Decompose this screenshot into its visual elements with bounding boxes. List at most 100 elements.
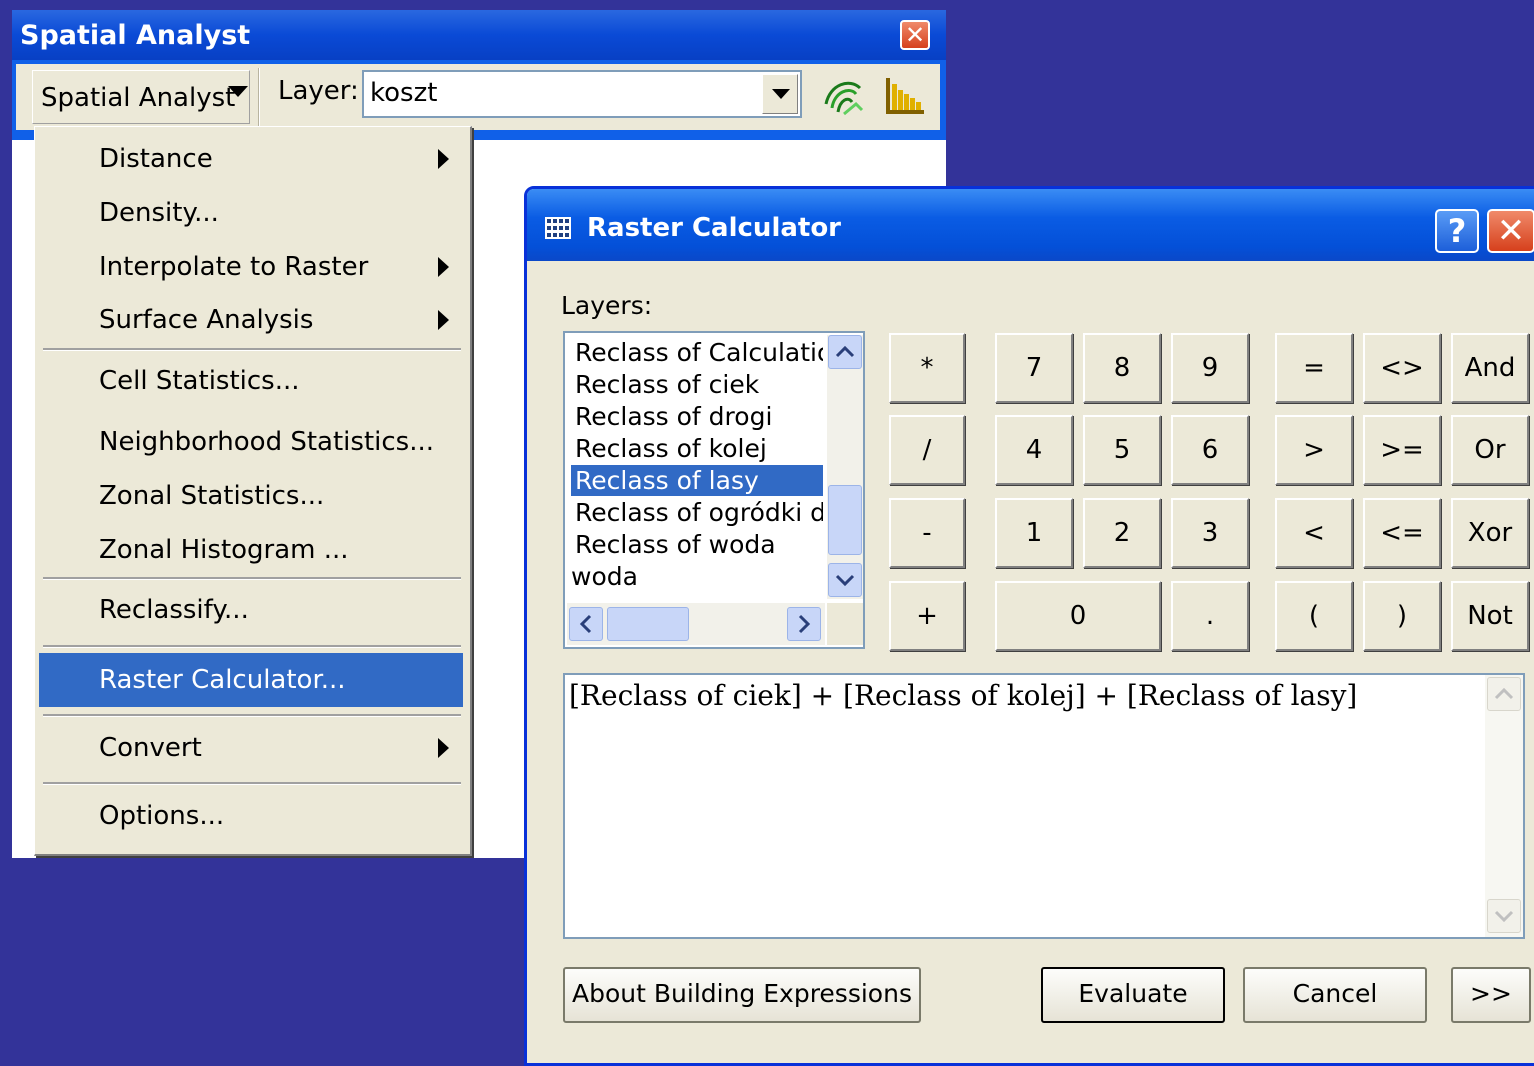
chevron-left-icon xyxy=(579,614,592,634)
contour-icon[interactable] xyxy=(822,74,866,118)
chevron-right-icon xyxy=(438,149,449,169)
help-button[interactable]: ? xyxy=(1435,209,1479,253)
chevron-down-icon xyxy=(1494,910,1514,923)
menu-item-cell-statistics[interactable]: Cell Statistics... xyxy=(39,355,463,407)
chevron-right-icon xyxy=(798,614,811,634)
about-building-expressions-button[interactable]: About Building Expressions xyxy=(563,967,921,1023)
scrollbar-thumb[interactable] xyxy=(607,607,689,641)
scroll-down-button[interactable] xyxy=(828,563,862,597)
scroll-left-button[interactable] xyxy=(569,607,603,641)
menu-item-raster-calculator[interactable]: Raster Calculator... xyxy=(39,653,463,707)
decimal-point-button[interactable]: . xyxy=(1171,581,1249,651)
digit-0-button[interactable]: 0 xyxy=(995,581,1161,651)
digit-9-button[interactable]: 9 xyxy=(1171,333,1249,403)
layer-select-dropdown-button[interactable] xyxy=(762,74,798,114)
layer-item[interactable]: Reclass of drogi xyxy=(571,401,823,432)
cancel-button[interactable]: Cancel xyxy=(1243,967,1427,1023)
menu-item-density[interactable]: Density... xyxy=(39,187,463,239)
layer-item[interactable]: Reclass of kolej xyxy=(571,433,823,464)
chevron-up-icon xyxy=(835,345,855,358)
histogram-icon[interactable] xyxy=(882,74,926,118)
layers-vertical-scrollbar[interactable] xyxy=(827,335,863,599)
less-equal-button[interactable]: <= xyxy=(1363,498,1441,568)
menu-item-label: Distance xyxy=(99,144,213,174)
scrollbar-thumb[interactable] xyxy=(828,485,862,555)
menu-item-label: Interpolate to Raster xyxy=(99,252,369,282)
xor-button[interactable]: Xor xyxy=(1451,498,1529,568)
chevron-right-icon xyxy=(438,257,449,277)
layers-label: Layers: xyxy=(561,291,653,320)
menu-item-zonal-statistics[interactable]: Zonal Statistics... xyxy=(39,470,463,522)
spatial-analyst-close-button[interactable]: ✕ xyxy=(900,20,930,50)
menu-item-convert[interactable]: Convert xyxy=(39,722,463,774)
menu-item-neighborhood-statistics[interactable]: Neighborhood Statistics... xyxy=(39,416,463,468)
digit-7-button[interactable]: 7 xyxy=(995,333,1073,403)
digit-6-button[interactable]: 6 xyxy=(1171,415,1249,485)
expression-scrollbar[interactable] xyxy=(1485,675,1523,937)
menu-separator xyxy=(43,577,461,580)
menu-separator xyxy=(43,782,461,785)
menu-item-zonal-histogram[interactable]: Zonal Histogram ... xyxy=(39,524,463,576)
evaluate-button[interactable]: Evaluate xyxy=(1041,967,1225,1023)
digit-8-button[interactable]: 8 xyxy=(1083,333,1161,403)
spatial-analyst-titlebar[interactable]: Spatial Analyst ✕ xyxy=(12,10,946,60)
less-than-button[interactable]: < xyxy=(1275,498,1353,568)
chevron-down-icon xyxy=(835,574,855,587)
toolbar-body: Spatial Analyst Layer: koszt xyxy=(16,64,940,130)
scroll-up-button[interactable] xyxy=(828,335,862,369)
menu-item-label: Options... xyxy=(99,801,225,831)
menu-item-label: Reclassify... xyxy=(99,595,249,625)
expression-text: [Reclass of ciek] + [Reclass of kolej] +… xyxy=(569,679,1358,712)
menu-item-label: Convert xyxy=(99,733,202,763)
layers-listbox[interactable]: Reclass of Calculatior Reclass of ciek R… xyxy=(563,331,865,649)
chevron-up-icon xyxy=(1494,687,1514,700)
menu-separator xyxy=(43,348,461,351)
expression-textarea[interactable]: [Reclass of ciek] + [Reclass of kolej] +… xyxy=(563,673,1525,939)
layer-select[interactable]: koszt xyxy=(362,70,802,118)
spatial-analyst-menu-button[interactable]: Spatial Analyst xyxy=(32,70,250,124)
close-paren-button[interactable]: ) xyxy=(1363,581,1441,651)
menu-item-options[interactable]: Options... xyxy=(39,790,463,842)
menu-item-label: Density... xyxy=(99,198,219,228)
layer-item[interactable]: Reclass of ogródki dz xyxy=(571,497,823,528)
more-options-button[interactable]: >> xyxy=(1451,967,1531,1023)
layer-item[interactable]: woda xyxy=(571,561,823,592)
and-button[interactable]: And xyxy=(1451,333,1529,403)
scroll-right-button[interactable] xyxy=(787,607,821,641)
menu-item-distance[interactable]: Distance xyxy=(39,133,463,185)
open-paren-button[interactable]: ( xyxy=(1275,581,1353,651)
digit-1-button[interactable]: 1 xyxy=(995,498,1073,568)
raster-calculator-titlebar[interactable]: Raster Calculator ? ✕ xyxy=(527,189,1534,261)
close-icon: ✕ xyxy=(1496,211,1526,251)
menu-item-label: Neighborhood Statistics... xyxy=(99,427,435,457)
equal-button[interactable]: = xyxy=(1275,333,1353,403)
menu-item-label: Cell Statistics... xyxy=(99,366,300,396)
layer-item[interactable]: Reclass of Calculatior xyxy=(571,337,823,368)
layer-item[interactable]: Reclass of woda xyxy=(571,529,823,560)
subtract-button[interactable]: - xyxy=(889,498,965,568)
greater-equal-button[interactable]: >= xyxy=(1363,415,1441,485)
raster-calculator-close-button[interactable]: ✕ xyxy=(1487,209,1534,253)
or-button[interactable]: Or xyxy=(1451,415,1529,485)
layer-item[interactable]: Reclass of ciek xyxy=(571,369,823,400)
not-button[interactable]: Not xyxy=(1451,581,1529,651)
digit-5-button[interactable]: 5 xyxy=(1083,415,1161,485)
divide-button[interactable]: / xyxy=(889,415,965,485)
menu-item-interpolate-to-raster[interactable]: Interpolate to Raster xyxy=(39,241,463,293)
greater-than-button[interactable]: > xyxy=(1275,415,1353,485)
add-button[interactable]: + xyxy=(889,581,965,651)
scroll-down-button[interactable] xyxy=(1487,899,1521,933)
layer-item-selected[interactable]: Reclass of lasy xyxy=(571,465,823,496)
multiply-button[interactable]: * xyxy=(889,333,965,403)
scroll-up-button[interactable] xyxy=(1487,677,1521,711)
menu-item-surface-analysis[interactable]: Surface Analysis xyxy=(39,294,463,346)
digit-2-button[interactable]: 2 xyxy=(1083,498,1161,568)
menu-item-reclassify[interactable]: Reclassify... xyxy=(39,584,463,636)
menu-separator xyxy=(43,645,461,648)
digit-4-button[interactable]: 4 xyxy=(995,415,1073,485)
close-icon: ✕ xyxy=(904,21,926,49)
not-equal-button[interactable]: <> xyxy=(1363,333,1441,403)
layers-horizontal-scrollbar[interactable] xyxy=(567,603,825,645)
digit-3-button[interactable]: 3 xyxy=(1171,498,1249,568)
help-icon: ? xyxy=(1447,212,1467,250)
